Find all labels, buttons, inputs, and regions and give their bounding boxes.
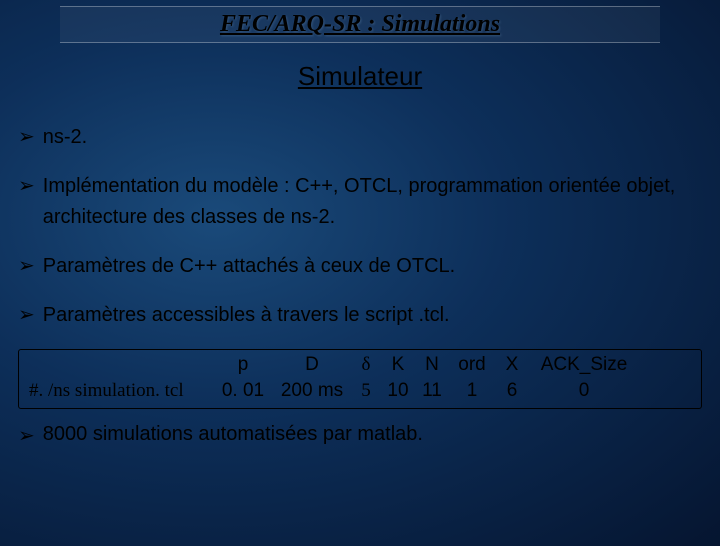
table-header-cell: X [495,354,529,376]
table-cell: 200 ms [273,380,351,402]
table-row: #. /ns simulation. tcl 0. 01 200 ms 5 10… [29,380,691,402]
title-bar: FEC/ARQ-SR : Simulations [60,6,660,43]
table-header-cell: p [213,354,273,376]
list-item: ➢ Paramètres accessibles à travers le sc… [18,300,702,331]
list-item-text: Implémentation du modèle : C++, OTCL, pr… [43,171,702,233]
table-header-cell: ACK_Size [529,354,639,376]
table-cell: 10 [381,380,415,402]
table-cell: 11 [415,380,449,402]
bullet-list: ➢ ns-2. ➢ Implémentation du modèle : C++… [18,122,702,331]
table-header-cell: K [381,354,415,376]
table-header-cell: D [273,354,351,376]
list-item-text: Paramètres de C++ attachés à ceux de OTC… [43,251,455,282]
list-item-text: Paramètres accessibles à travers le scri… [43,300,450,331]
list-item-text: 8000 simulations automatisées par matlab… [43,423,423,446]
list-item: ➢ 8000 simulations automatisées par matl… [18,423,702,448]
parameter-table: p D δ K N ord X ACK_Size #. /ns simulati… [18,349,702,409]
bullet-icon: ➢ [18,171,35,202]
table-cell: 5 [351,380,381,402]
table-header-cell: δ [351,354,381,376]
table-cell: #. /ns simulation. tcl [29,380,213,402]
bullet-icon: ➢ [18,423,35,448]
table-header-cell [29,354,213,376]
list-item: ➢ Implémentation du modèle : C++, OTCL, … [18,171,702,233]
bullet-icon: ➢ [18,300,35,331]
subtitle: Simulateur [0,61,720,92]
table-header-cell: ord [449,354,495,376]
table-cell: 1 [449,380,495,402]
table-cell: 6 [495,380,529,402]
page-title: FEC/ARQ-SR : Simulations [220,11,500,37]
table-header-cell: N [415,354,449,376]
list-item: ➢ Paramètres de C++ attachés à ceux de O… [18,251,702,282]
table-header-row: p D δ K N ord X ACK_Size [29,354,691,376]
table-cell: 0. 01 [213,380,273,402]
table-cell: 0 [529,380,639,402]
bullet-icon: ➢ [18,251,35,282]
list-item-text: ns-2. [43,122,87,153]
bullet-icon: ➢ [18,122,35,153]
list-item: ➢ ns-2. [18,122,702,153]
